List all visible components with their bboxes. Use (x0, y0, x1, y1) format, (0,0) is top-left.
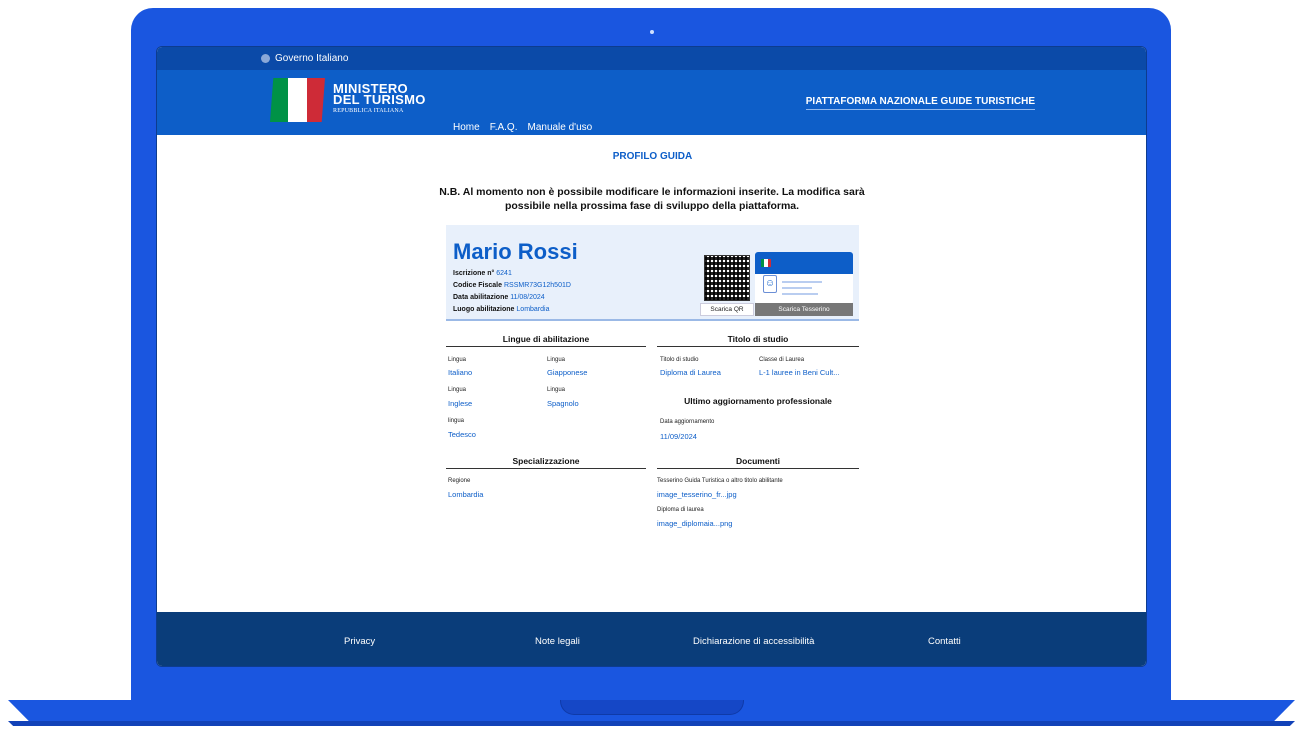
lingua-value: Spagnolo (547, 399, 579, 408)
classe-label: Classe di Laurea (759, 357, 805, 363)
profile-card: Mario Rossi Iscrizione n° 6241 Codice Fi… (446, 225, 859, 321)
download-tesserino-button[interactable]: Scarica Tesserino (755, 303, 853, 316)
field-value: 6241 (496, 270, 512, 277)
footer-note-legali[interactable]: Note legali (535, 636, 580, 647)
documenti-heading: Documenti (657, 456, 859, 469)
lingua-label: lingua (448, 418, 465, 424)
field-label: Data abilitazione (453, 294, 509, 301)
laptop-base-shadow (8, 721, 1295, 726)
notice: N.B. Al momento non è possibile modifica… (437, 185, 867, 213)
aggiornamento-label: Data aggiornamento (660, 419, 715, 425)
laptop-notch (560, 700, 744, 715)
brand-line2: DEL TURISMO (333, 92, 426, 107)
profile-field: Codice Fiscale RSSMR73G12h501D (453, 282, 571, 289)
documento-label: Tesserino Guida Turistica o altro titolo… (657, 478, 783, 484)
qr-code-icon (704, 255, 750, 301)
lingua-value: Giapponese (547, 368, 588, 377)
download-qr-button[interactable]: Scarica QR (700, 303, 754, 316)
main-content: PROFILO GUIDA N.B. Al momento non è poss… (157, 135, 1146, 612)
gov-link[interactable]: Governo Italiano (275, 53, 348, 64)
lingue-heading: Lingue di abilitazione (446, 334, 646, 347)
field-value: 11/08/2024 (510, 294, 545, 301)
lingua-label: Lingua (448, 357, 467, 363)
titolo-heading: Titolo di studio (657, 334, 859, 347)
avatar-icon: ☺ (763, 275, 777, 293)
card-line (782, 293, 818, 295)
italian-flag-icon (270, 78, 325, 122)
notice-line1: N.B. Al momento non è possibile modifica… (439, 186, 865, 198)
field-value: Lombardia (516, 306, 550, 313)
profile-field: Data abilitazione 11/08/2024 (453, 294, 545, 301)
aggiornamento-value: 11/09/2024 (660, 432, 697, 441)
aggiornamento-heading: Ultimo aggiornamento professionale (684, 396, 832, 406)
lingua-label: Lingua (448, 387, 467, 393)
card-flag-icon (761, 259, 771, 267)
page-title: PROFILO GUIDA (612, 151, 693, 162)
screen: Governo Italiano MINISTERO DEL TURISMO R… (156, 46, 1147, 667)
specializzazione-heading: Specializzazione (446, 456, 646, 469)
platform-title[interactable]: PIATTAFORMA NAZIONALE GUIDE TURISTICHE (805, 96, 1035, 110)
camera-dot (650, 30, 654, 34)
lingua-value: Inglese (448, 399, 473, 408)
brand-line3: REPUBBLICA ITALIANA (333, 108, 404, 114)
gov-bar: Governo Italiano (157, 47, 1146, 70)
tesserino-preview: ☺ (755, 252, 853, 304)
footer-privacy[interactable]: Privacy (344, 636, 375, 647)
documento-link[interactable]: image_diplomaia...png (657, 519, 732, 528)
card-line (782, 281, 822, 283)
field-label: Codice Fiscale (453, 282, 503, 289)
card-line (782, 287, 812, 289)
notice-line2: possibile nella prossima fase di svilupp… (504, 200, 800, 212)
footer-accessibilita[interactable]: Dichiarazione di accessibilità (693, 636, 814, 647)
field-label: Iscrizione n° (453, 270, 495, 277)
field-value: RSSMR73G12h501D (503, 282, 571, 289)
ministry-logo[interactable]: MINISTERO DEL TURISMO REPUBBLICA ITALIAN… (333, 82, 426, 117)
guide-name: Mario Rossi (453, 239, 578, 264)
documento-label: Diploma di laurea (657, 507, 704, 513)
site-footer: Privacy Note legali Dichiarazione di acc… (157, 612, 1146, 666)
lingua-label: Lingua (547, 357, 566, 363)
site-header: MINISTERO DEL TURISMO REPUBBLICA ITALIAN… (157, 70, 1146, 137)
classe-value: L-1 lauree in Beni Cult... (759, 368, 840, 377)
field-label: Luogo abilitazione (453, 306, 515, 313)
profile-field: Iscrizione n° 6241 (453, 270, 512, 277)
titolo-value: Diploma di Laurea (660, 368, 721, 377)
documento-link[interactable]: image_tesserino_fr...jpg (657, 490, 737, 499)
lingua-value: Italiano (448, 368, 473, 377)
regione-label: Regione (448, 478, 471, 484)
lingua-label: Lingua (547, 387, 566, 393)
profile-field: Luogo abilitazione Lombardia (453, 306, 549, 313)
lingua-value: Tedesco (448, 430, 476, 439)
regione-value: Lombardia (448, 490, 484, 499)
titolo-label: Titolo di studio (660, 357, 699, 363)
footer-contatti[interactable]: Contatti (928, 636, 961, 647)
gov-logo-icon (261, 54, 270, 63)
